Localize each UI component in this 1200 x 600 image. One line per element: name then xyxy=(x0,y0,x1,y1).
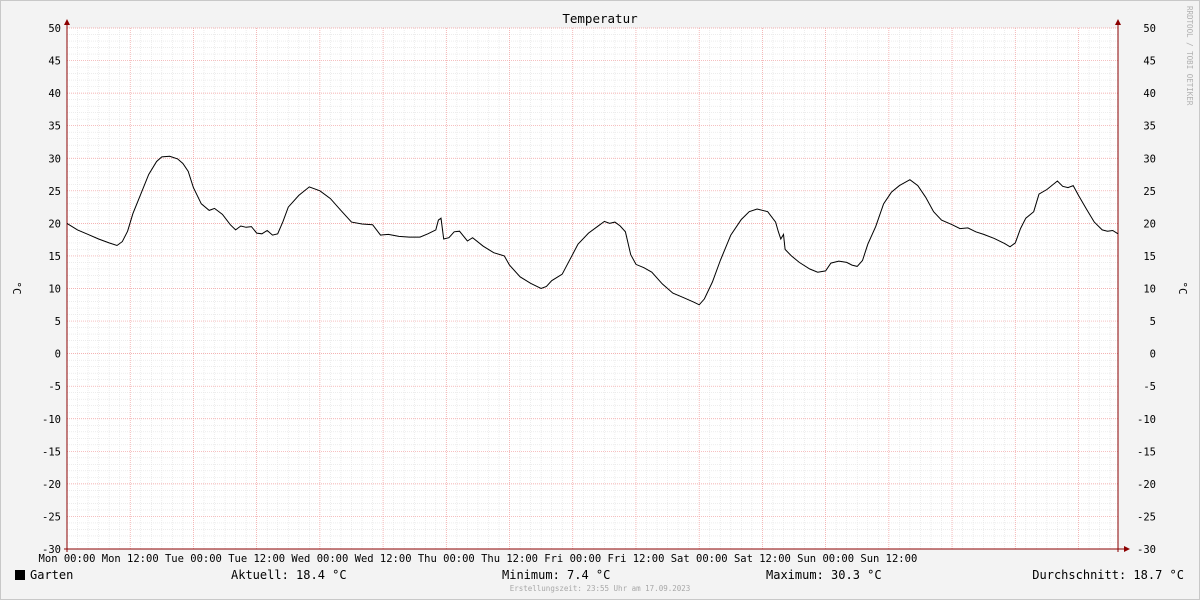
y-axis-arrow-right xyxy=(1115,19,1121,25)
y-axis-label-right: °C xyxy=(1176,281,1189,294)
y-tick-label: 15 xyxy=(48,251,61,263)
x-tick-labels: Mon 00:00 Mon 12:00 Tue 00:00 Tue 12:00 Wed … xyxy=(39,553,918,565)
x-tick-label: Mon 00:00 xyxy=(39,553,96,565)
y-tick-label: -20 xyxy=(42,479,61,491)
legend-maximum: Maximum: 30.3 °C xyxy=(766,568,882,582)
x-tick-label: Sat 00:00 xyxy=(671,553,728,565)
y-axis-arrow-left xyxy=(64,19,70,25)
y-tick-label: -25 xyxy=(42,511,61,523)
y-tick-label: 5 xyxy=(1150,316,1156,328)
y-tick-label: -5 xyxy=(1143,381,1156,393)
x-tick-label: Thu 12:00 xyxy=(481,553,538,565)
y-tick-label: -25 xyxy=(1137,511,1156,523)
y-tick-label: -5 xyxy=(48,381,61,393)
x-axis-arrow xyxy=(1124,546,1130,552)
x-tick-label: Tue 00:00 xyxy=(165,553,222,565)
legend-series: Garten xyxy=(15,568,73,582)
y-tick-label: -10 xyxy=(42,414,61,426)
legend-current: Aktuell: 18.4 °C xyxy=(231,568,347,582)
legend-average: Durchschnitt: 18.7 °C xyxy=(1032,568,1184,582)
y-tick-label: 45 xyxy=(48,56,61,68)
y-tick-label: 0 xyxy=(55,349,61,361)
y-tick-label: 35 xyxy=(1143,121,1156,133)
y-tick-label: 40 xyxy=(1143,88,1156,100)
y-tick-label: 50 xyxy=(1143,23,1156,35)
y-tick-label: 45 xyxy=(1143,56,1156,68)
x-tick-label: Fri 00:00 xyxy=(544,553,601,565)
temperature-chart: 50454035302520151050-5-10-15-20-25-30 50… xyxy=(10,6,1194,565)
y-axis-label-left: °C xyxy=(10,281,23,294)
x-tick-label: Sun 00:00 xyxy=(797,553,854,565)
plot-background xyxy=(67,28,1118,549)
y-tick-label: 50 xyxy=(48,23,61,35)
y-tick-labels-left: 50454035302520151050-5-10-15-20-25-30 xyxy=(42,23,61,556)
y-tick-label: 0 xyxy=(1150,349,1156,361)
x-tick-label: Wed 12:00 xyxy=(355,553,412,565)
y-tick-label: 35 xyxy=(48,121,61,133)
y-tick-label: 20 xyxy=(48,218,61,230)
legend-swatch xyxy=(15,570,25,580)
y-tick-label: -10 xyxy=(1137,414,1156,426)
x-tick-label: Thu 00:00 xyxy=(418,553,475,565)
y-tick-label: 10 xyxy=(48,284,61,296)
y-tick-labels-right: 50454035302520151050-5-10-15-20-25-30 xyxy=(1137,23,1156,556)
rrdtool-watermark: RRDTOOL / TOBI OETIKER xyxy=(1185,6,1194,106)
y-tick-label: 40 xyxy=(48,88,61,100)
y-tick-label: -15 xyxy=(1137,446,1156,458)
y-tick-label: 10 xyxy=(1143,284,1156,296)
y-tick-label: 25 xyxy=(48,186,61,198)
y-tick-label: -20 xyxy=(1137,479,1156,491)
x-tick-label: Sun 12:00 xyxy=(860,553,917,565)
creation-time-footer: Erstellungszeit: 23:55 Uhr am 17.09.2023 xyxy=(509,584,691,593)
y-tick-label: 20 xyxy=(1143,218,1156,230)
x-tick-label: Wed 00:00 xyxy=(291,553,348,565)
x-tick-label: Mon 12:00 xyxy=(102,553,159,565)
chart-title: Temperatur xyxy=(562,11,638,26)
x-tick-label: Sat 12:00 xyxy=(734,553,791,565)
y-tick-label: 5 xyxy=(55,316,61,328)
legend-series-name: Garten xyxy=(30,568,74,582)
y-tick-label: -15 xyxy=(42,446,61,458)
x-tick-label: Tue 12:00 xyxy=(228,553,285,565)
y-tick-label: 30 xyxy=(48,153,61,165)
y-tick-label: -30 xyxy=(1137,544,1156,556)
legend-minimum: Minimum: 7.4 °C xyxy=(502,568,611,582)
x-tick-label: Fri 12:00 xyxy=(608,553,665,565)
y-tick-label: 15 xyxy=(1143,251,1156,263)
y-tick-label: 30 xyxy=(1143,153,1156,165)
y-tick-label: 25 xyxy=(1143,186,1156,198)
